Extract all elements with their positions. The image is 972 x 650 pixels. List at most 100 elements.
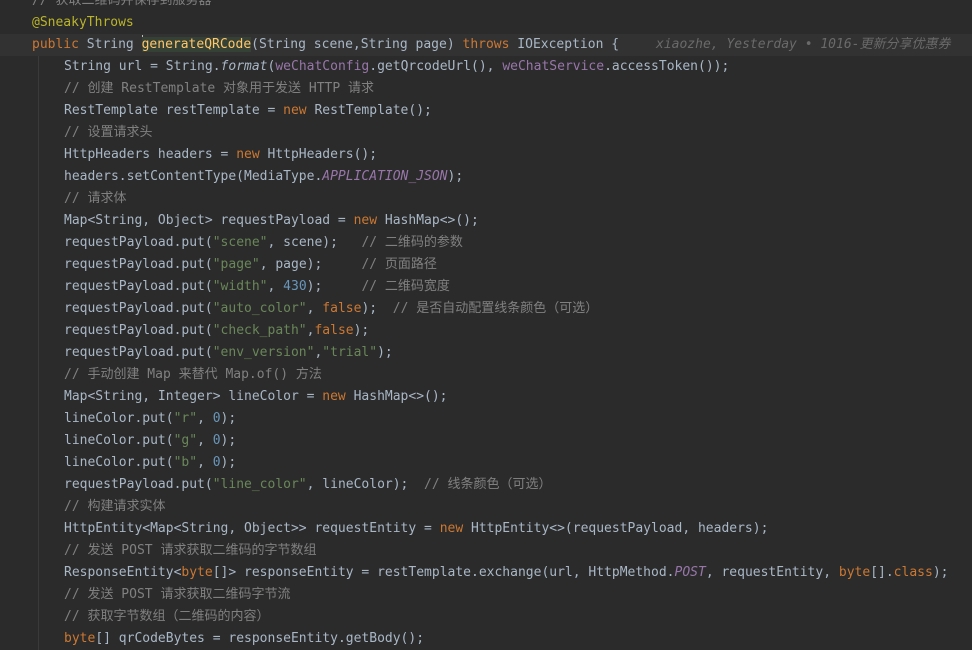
code-token: "line_color": [212, 477, 307, 492]
code-token: 0: [212, 433, 221, 448]
code-line[interactable]: byte[] qrCodeBytes = responseEntity.getB…: [32, 628, 948, 650]
code-line[interactable]: // 请求体: [32, 188, 948, 210]
code-token: new: [236, 147, 268, 162]
code-token: []> responseEntity = restTemplate.exchan…: [212, 565, 675, 580]
code-token: 0: [212, 411, 221, 426]
code-line[interactable]: requestPayload.put("page", page); // 页面路…: [32, 254, 948, 276]
code-token: headers.setContentType(MediaType.: [64, 169, 323, 184]
code-token: "auto_color": [212, 301, 307, 316]
code-comment: // 设置请求头: [64, 125, 153, 140]
code-token: lineColor.put(: [64, 411, 174, 426]
code-token: ,: [197, 433, 213, 448]
code-line[interactable]: lineColor.put("r", 0);: [32, 408, 948, 430]
code-token: format: [220, 59, 268, 74]
code-token: , scene);: [267, 235, 362, 250]
code-comment: // 二维码宽度: [361, 279, 450, 294]
code-token: requestPayload.put(: [64, 345, 213, 360]
code-token: RestTemplate();: [314, 103, 432, 118]
code-line[interactable]: @SneakyThrows: [32, 12, 948, 34]
code-token: weChatService: [502, 59, 605, 74]
code-comment: // 发送 POST 请求获取二维码字节流: [64, 587, 291, 602]
code-line[interactable]: HttpEntity<Map<String, Object>> requestE…: [32, 518, 948, 540]
code-token: ,: [267, 279, 284, 294]
code-token: );: [447, 169, 464, 184]
code-token: HashMap<>();: [384, 213, 479, 228]
code-comment: // 发送 POST 请求获取二维码的字节数组: [64, 543, 317, 558]
code-token: 0: [212, 455, 221, 470]
code-line[interactable]: lineColor.put("g", 0);: [32, 430, 948, 452]
code-line[interactable]: HttpHeaders headers = new HttpHeaders();: [32, 144, 948, 166]
code-token: (String scene,String page): [251, 37, 463, 52]
code-comment: // 创建 RestTemplate 对象用于发送 HTTP 请求: [64, 81, 375, 96]
code-lines: // 获取二维码并保存到服务器 @SneakyThrows public Strin…: [32, 0, 948, 650]
code-editor[interactable]: // 获取二维码并保存到服务器 @SneakyThrows public Strin…: [0, 0, 972, 650]
code-token: requestPayload.put(: [64, 323, 213, 338]
code-token: String: [86, 37, 142, 52]
code-line[interactable]: // 构建请求实体: [32, 496, 948, 518]
code-token: @SneakyThrows: [32, 15, 134, 30]
code-token: false: [322, 301, 362, 316]
code-token: HashMap<>();: [353, 389, 448, 404]
code-token: "width": [212, 279, 268, 294]
code-token: byte: [838, 565, 871, 580]
code-token: byte: [64, 631, 96, 646]
code-line[interactable]: requestPayload.put("check_path",false);: [32, 320, 948, 342]
code-token: weChatConfig: [275, 59, 370, 74]
code-token: String url = String.: [64, 59, 221, 74]
code-token: requestPayload.put(: [64, 301, 213, 316]
code-line[interactable]: // 设置请求头: [32, 122, 948, 144]
code-token: .getQrcodeUrl(),: [369, 59, 503, 74]
code-line[interactable]: // 发送 POST 请求获取二维码字节流: [32, 584, 948, 606]
code-line[interactable]: headers.setContentType(MediaType.APPLICA…: [32, 166, 948, 188]
code-comment: // 页面路径: [361, 257, 437, 272]
code-token: , page);: [259, 257, 362, 272]
code-comment: // 手动创建 Map 来替代 Map.of() 方法: [64, 367, 322, 382]
method-name: generateQRCode: [141, 37, 252, 52]
code-token: Map<String, Integer> lineColor =: [64, 389, 323, 404]
code-line[interactable]: requestPayload.put("width", 430); // 二维码…: [32, 276, 948, 298]
code-token: "r": [173, 411, 198, 426]
code-line[interactable]: // 获取字节数组（二维码的内容）: [32, 606, 948, 628]
code-token: "env_version": [212, 345, 315, 360]
code-token: byte: [181, 565, 213, 580]
code-line[interactable]: Map<String, Object> requestPayload = new…: [32, 210, 948, 232]
code-line[interactable]: // 发送 POST 请求获取二维码的字节数组: [32, 540, 948, 562]
code-line[interactable]: // 创建 RestTemplate 对象用于发送 HTTP 请求: [32, 78, 948, 100]
code-line[interactable]: requestPayload.put("scene", scene); // 二…: [32, 232, 948, 254]
code-comment: // 构建请求实体: [64, 499, 166, 514]
code-line[interactable]: requestPayload.put("env_version","trial"…: [32, 342, 948, 364]
code-token: );: [306, 279, 362, 294]
code-token: requestPayload.put(: [64, 257, 213, 272]
code-line[interactable]: RestTemplate restTemplate = new RestTemp…: [32, 100, 948, 122]
code-line[interactable]: lineColor.put("b", 0);: [32, 452, 948, 474]
code-token: , requestEntity,: [705, 565, 839, 580]
code-token: false: [314, 323, 354, 338]
code-line[interactable]: String url = String.format(weChatConfig.…: [32, 56, 948, 78]
code-token: .accessToken());: [604, 59, 730, 74]
code-token: HttpHeaders();: [267, 147, 378, 162]
code-comment: // 获取字节数组（二维码的内容）: [64, 609, 270, 624]
code-line[interactable]: // 获取二维码并保存到服务器: [32, 0, 948, 12]
code-token: HttpEntity<Map<String, Object>> requestE…: [64, 521, 440, 536]
code-token: new: [439, 521, 471, 536]
code-token: );: [377, 345, 393, 360]
code-token: "b": [173, 455, 198, 470]
code-line[interactable]: // 手动创建 Map 来替代 Map.of() 方法: [32, 364, 948, 386]
code-token: public: [32, 37, 87, 52]
code-token: APPLICATION_JSON: [322, 169, 448, 184]
code-comment: // 请求体: [64, 191, 127, 206]
code-line[interactable]: ResponseEntity<byte[]> responseEntity = …: [32, 562, 948, 584]
code-token: );: [220, 433, 237, 448]
code-token: lineColor.put(: [64, 455, 174, 470]
code-line[interactable]: requestPayload.put("auto_color", false);…: [32, 298, 948, 320]
code-token: new: [322, 389, 354, 404]
code-token: "scene": [212, 235, 268, 250]
code-token: new: [353, 213, 385, 228]
code-token: requestPayload.put(: [64, 279, 213, 294]
code-line[interactable]: requestPayload.put("line_color", lineCol…: [32, 474, 948, 496]
code-line[interactable]: Map<String, Integer> lineColor = new Has…: [32, 386, 948, 408]
code-token: requestPayload.put(: [64, 235, 213, 250]
code-token: ,: [306, 301, 323, 316]
code-token: );: [220, 455, 237, 470]
git-blame-annotation[interactable]: xiaozhe, Yesterday • 1016-更新分享优惠券: [656, 34, 951, 56]
